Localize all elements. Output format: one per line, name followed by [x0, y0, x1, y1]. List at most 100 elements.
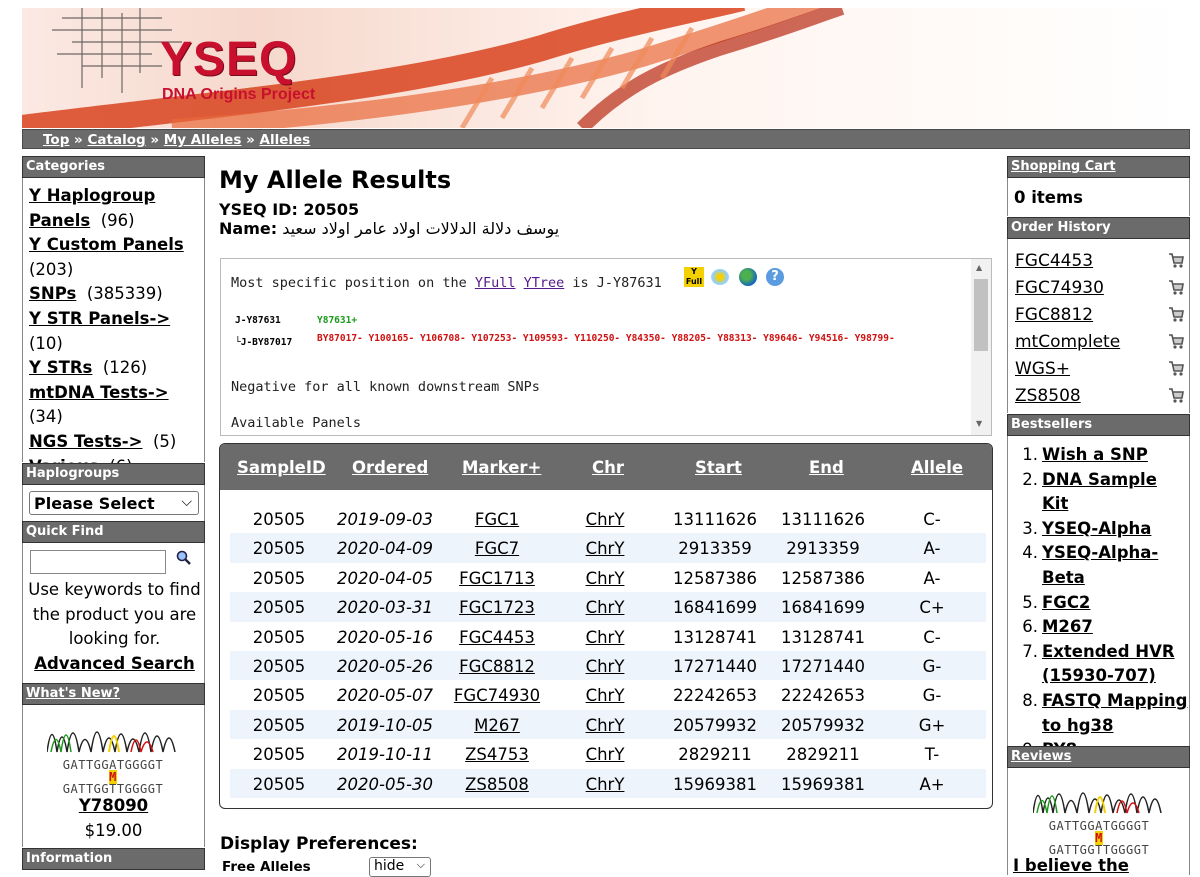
bestseller-rank: 7.	[1022, 641, 1038, 661]
bestseller-link[interactable]: Extended HVR (15930-707)	[1042, 642, 1175, 686]
ytree-node: J-Y87631	[235, 315, 281, 326]
reviews-link[interactable]: Reviews	[1011, 749, 1071, 764]
category-link[interactable]: Y STR Panels->	[29, 309, 170, 328]
advanced-search-link[interactable]: Advanced Search	[34, 654, 195, 673]
cart-icon[interactable]	[1167, 332, 1185, 350]
scroll-up-icon[interactable]: ▲	[976, 263, 982, 272]
cell-chr[interactable]: ChrY	[570, 686, 640, 705]
order-history-link[interactable]: FGC4453	[1015, 251, 1093, 271]
col-chr[interactable]: Chr	[592, 458, 624, 477]
quick-find-input[interactable]	[30, 550, 166, 574]
cart-icon[interactable]	[1167, 386, 1185, 404]
cell-marker[interactable]: FGC1	[442, 510, 552, 529]
cell-chr[interactable]: ChrY	[570, 716, 640, 735]
ytree-scroll-thumb[interactable]	[974, 279, 988, 351]
globe-icon[interactable]	[739, 268, 757, 286]
category-link[interactable]: NGS Tests->	[29, 432, 142, 451]
cell-start: 12587386	[673, 568, 757, 588]
help-icon[interactable]: ?	[766, 268, 784, 286]
scroll-down-icon[interactable]: ▼	[976, 419, 982, 428]
order-history-link[interactable]: ZS8508	[1015, 386, 1081, 406]
bestseller-rank: 4.	[1022, 543, 1038, 563]
cell-marker[interactable]: FGC1723	[442, 598, 552, 617]
haplogroup-select[interactable]: Please Select ⌵	[29, 491, 199, 515]
yfull-icon[interactable]: Y Full	[684, 267, 704, 287]
shopping-cart-link[interactable]: Shopping Cart	[1011, 159, 1116, 174]
cart-icon[interactable]	[1167, 278, 1185, 296]
cell-chr[interactable]: ChrY	[570, 775, 640, 794]
bestsellers-list: 1. Wish a SNP 2. DNA Sample Kit 3. YSEQ-Alpha…	[1016, 443, 1188, 787]
yfull-link[interactable]: YFull	[475, 275, 516, 291]
order-history-link[interactable]: FGC74930	[1015, 278, 1104, 298]
cell-marker[interactable]: FGC4453	[442, 628, 552, 647]
col-sampleid[interactable]: SampleID	[237, 458, 326, 477]
bestseller-link[interactable]: DNA Sample Kit	[1042, 470, 1157, 514]
category-link[interactable]: Y Custom Panels	[29, 235, 184, 254]
col-marker[interactable]: Marker+	[462, 458, 541, 477]
breadcrumb-catalog[interactable]: Catalog	[87, 132, 145, 148]
cell-chr[interactable]: ChrY	[570, 539, 640, 558]
cart-icon[interactable]	[1167, 251, 1185, 269]
cell-chr[interactable]: ChrY	[570, 628, 640, 647]
bestseller-rank: 1.	[1022, 445, 1038, 464]
order-history-header: Order History	[1007, 217, 1190, 239]
cell-start: 2913359	[678, 539, 752, 559]
col-ordered[interactable]: Ordered	[352, 458, 428, 477]
breadcrumb-my-alleles[interactable]: My Alleles	[164, 132, 242, 148]
breadcrumb-alleles[interactable]: Alleles	[260, 132, 311, 148]
free-alleles-select[interactable]: hide ⌵	[369, 857, 431, 877]
order-history-item: ZS8508	[1015, 383, 1185, 410]
bestseller-link[interactable]: FASTQ Mapping to hg38	[1042, 691, 1187, 735]
cell-marker[interactable]: FGC8812	[442, 657, 552, 676]
bestseller-link[interactable]: YSEQ-Alpha-Beta	[1042, 543, 1158, 587]
category-link[interactable]: Y Haplogroup Panels	[29, 186, 155, 230]
search-icon[interactable]	[176, 550, 192, 570]
whats-new-chromatogram[interactable]: GATTGGATGGGGT M GATTGGTTGGGGT	[46, 712, 179, 796]
cell-id: 20505	[252, 774, 306, 794]
cell-marker[interactable]: FGC1713	[442, 569, 552, 588]
bestseller-link[interactable]: FGC2	[1042, 593, 1090, 612]
reviews-chromatogram[interactable]: GATTGGATGGGGT M GATTGGTTGGGGT	[1032, 773, 1165, 857]
review-link[interactable]: I believe the	[1013, 856, 1129, 875]
cell-chr[interactable]: ChrY	[570, 598, 640, 617]
col-end[interactable]: End	[809, 458, 844, 477]
cell-end: 20579932	[781, 715, 865, 735]
col-allele[interactable]: Allele	[911, 458, 963, 477]
bestseller-link[interactable]: Wish a SNP	[1042, 445, 1148, 464]
ytree-scrollbar[interactable]: ▲ ▼	[971, 259, 991, 435]
breadcrumb-top[interactable]: Top	[43, 132, 69, 148]
cell-marker[interactable]: M267	[442, 716, 552, 735]
cell-chr[interactable]: ChrY	[570, 510, 640, 529]
category-link[interactable]: Y STRs	[29, 358, 92, 377]
category-item: Y STR Panels-> (10)	[29, 308, 171, 353]
cell-chr[interactable]: ChrY	[570, 745, 640, 764]
ytree-link[interactable]: YTree	[524, 275, 565, 291]
cell-chr[interactable]: ChrY	[570, 569, 640, 588]
map-icon[interactable]	[711, 269, 729, 285]
cell-marker[interactable]: FGC7	[442, 539, 552, 558]
order-history-link[interactable]: FGC8812	[1015, 305, 1093, 325]
ytree-node: └J-BY87017	[235, 337, 293, 348]
col-start[interactable]: Start	[695, 458, 742, 477]
cell-marker[interactable]: FGC74930	[442, 686, 552, 705]
order-history-item: WGS+	[1015, 356, 1185, 383]
category-link[interactable]: mtDNA Tests->	[29, 383, 169, 402]
bestseller-rank: 3.	[1022, 518, 1038, 538]
order-history-link[interactable]: mtComplete	[1015, 332, 1120, 352]
order-history-link[interactable]: WGS+	[1015, 359, 1070, 379]
cell-chr[interactable]: ChrY	[570, 657, 640, 676]
bestseller-link[interactable]: YSEQ-Alpha	[1042, 519, 1151, 538]
category-link[interactable]: SNPs	[29, 284, 76, 303]
whats-new-product-link[interactable]: Y78090	[79, 796, 148, 815]
ytree-frame[interactable]: Most specific position on the YFull YTre…	[220, 258, 992, 436]
bestseller-link[interactable]: M267	[1042, 617, 1093, 636]
brand-logo[interactable]: YSEQ	[160, 32, 297, 87]
whats-new-link[interactable]: What's New?	[26, 686, 120, 701]
cart-icon[interactable]	[1167, 359, 1185, 377]
quick-find-help: Use keywords to find the product you are…	[28, 580, 201, 673]
reviews-header: Reviews	[1007, 746, 1190, 768]
cell-marker[interactable]: ZS4753	[442, 745, 552, 764]
cell-marker[interactable]: ZS8508	[442, 775, 552, 794]
category-item: Y Haplogroup Panels (96)	[29, 186, 156, 230]
cart-icon[interactable]	[1167, 305, 1185, 323]
